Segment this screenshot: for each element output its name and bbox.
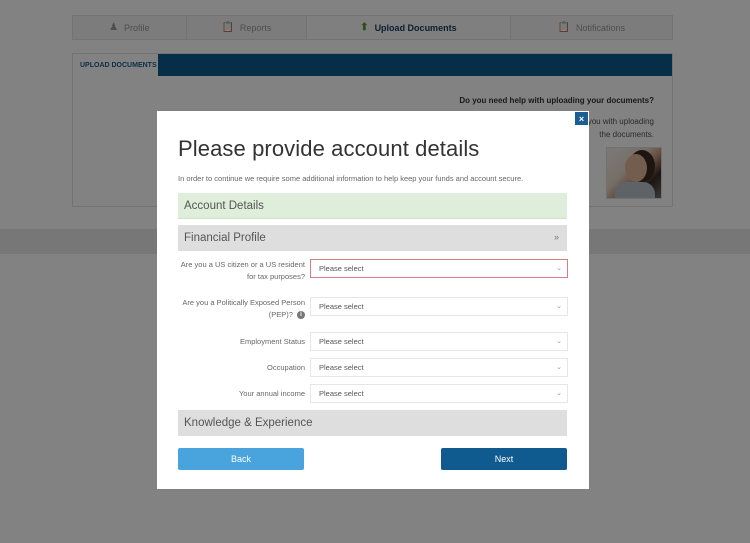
info-icon[interactable]: i xyxy=(297,311,305,320)
select-value: Please select xyxy=(319,389,364,398)
pep-select[interactable]: Please select ⌄ xyxy=(310,297,568,316)
select-value: Please select xyxy=(319,302,364,311)
field-label-text: Are you a Politically Exposed Person (PE… xyxy=(182,298,305,319)
section-account-details[interactable]: Account Details xyxy=(178,193,567,219)
section-financial-profile[interactable]: Financial Profile » xyxy=(178,225,567,251)
field-label: Are you a Politically Exposed Person (PE… xyxy=(178,297,305,321)
occupation-select[interactable]: Please select ⌄ xyxy=(310,358,568,377)
employment-status-select[interactable]: Please select ⌄ xyxy=(310,332,568,351)
annual-income-select[interactable]: Please select ⌄ xyxy=(310,384,568,403)
next-button[interactable]: Next xyxy=(441,448,567,470)
section-knowledge-experience[interactable]: Knowledge & Experience xyxy=(178,410,567,436)
chevron-down-icon: ⌄ xyxy=(556,265,562,272)
chevron-down-icon: ⌄ xyxy=(556,390,562,397)
select-value: Please select xyxy=(319,337,364,346)
chevron-down-icon: ⌄ xyxy=(556,338,562,345)
field-label: Employment Status xyxy=(239,337,305,346)
chevron-down-icon: ⌄ xyxy=(556,364,562,371)
close-button[interactable]: × xyxy=(575,112,588,125)
field-label: Your annual income xyxy=(238,389,305,398)
select-value: Please select xyxy=(319,264,364,273)
field-label: Are you a US citizen or a US resident fo… xyxy=(180,260,305,281)
section-title: Financial Profile xyxy=(184,232,266,244)
field-label: Occupation xyxy=(267,363,305,372)
back-button[interactable]: Back xyxy=(178,448,304,470)
modal-title: Please provide account details xyxy=(178,136,480,161)
double-chevron-down-icon: » xyxy=(553,232,559,242)
section-title: Knowledge & Experience xyxy=(184,417,313,429)
chevron-down-icon: ⌄ xyxy=(556,303,562,310)
account-details-modal: × Please provide account details In orde… xyxy=(157,111,589,489)
modal-subtitle: In order to continue we require some add… xyxy=(178,174,524,183)
section-title: Account Details xyxy=(184,199,264,212)
select-value: Please select xyxy=(319,363,364,372)
us-citizen-select[interactable]: Please select ⌄ xyxy=(310,259,568,278)
